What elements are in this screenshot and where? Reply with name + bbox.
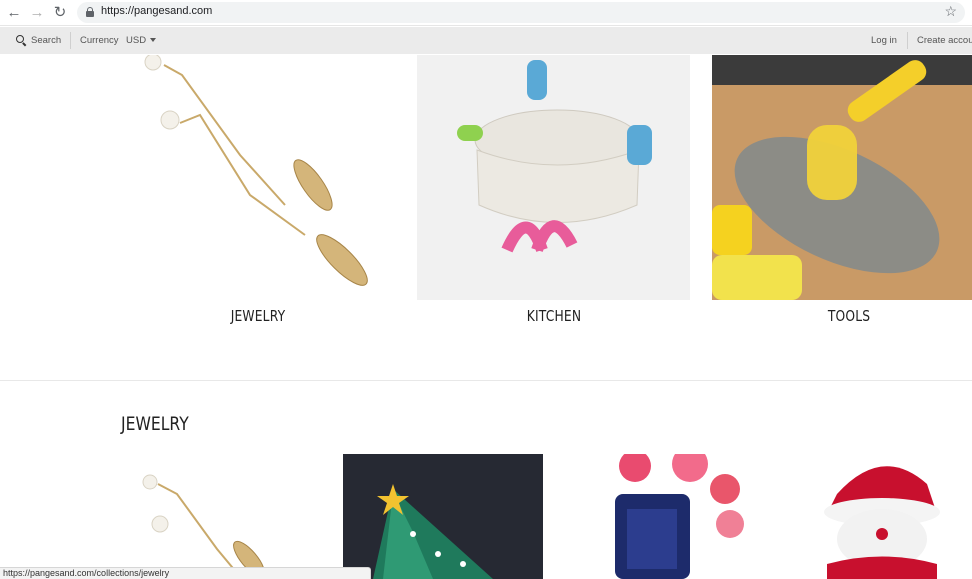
bookmark-star-icon[interactable]: ☆ bbox=[944, 3, 957, 20]
create-account-link[interactable]: Create accou bbox=[917, 35, 972, 46]
tools-image bbox=[712, 55, 972, 300]
forward-arrow-icon[interactable]: → bbox=[28, 4, 46, 22]
lock-icon bbox=[86, 7, 94, 17]
product-image-santa[interactable] bbox=[787, 454, 972, 579]
section-title: JEWELRY bbox=[121, 413, 189, 435]
collection-label-jewelry[interactable]: JEWELRY bbox=[217, 307, 299, 325]
login-link[interactable]: Log in bbox=[871, 35, 897, 46]
currency-selector[interactable]: USD bbox=[126, 35, 157, 46]
collection-image-tools[interactable] bbox=[712, 55, 972, 300]
divider bbox=[70, 32, 71, 49]
product-image-earrings[interactable] bbox=[122, 454, 322, 579]
collection-image-jewelry[interactable] bbox=[120, 55, 396, 300]
address-url[interactable]: https://pangesand.com bbox=[101, 5, 212, 17]
divider bbox=[907, 32, 908, 49]
earring-thumbnail bbox=[142, 474, 265, 579]
link-status-bar: https://pangesand.com/collections/jewelr… bbox=[0, 567, 371, 579]
search-link[interactable]: Search bbox=[31, 35, 61, 46]
chevron-down-icon bbox=[150, 38, 157, 43]
currency-value[interactable]: USD bbox=[126, 35, 146, 46]
product-image-tree-brooch[interactable] bbox=[343, 454, 543, 579]
back-arrow-icon[interactable]: ← bbox=[5, 4, 23, 22]
search-icon[interactable] bbox=[16, 35, 27, 47]
ring-box-thumbnail bbox=[565, 454, 765, 579]
tree-brooch-thumbnail bbox=[343, 454, 543, 579]
product-image-ring-box[interactable] bbox=[565, 454, 765, 579]
kitchen-image bbox=[417, 55, 690, 300]
collection-image-kitchen[interactable] bbox=[417, 55, 690, 300]
address-bar[interactable]: https://pangesand.com ☆ bbox=[77, 2, 965, 23]
santa-thumbnail bbox=[787, 454, 972, 579]
reload-icon[interactable]: ↻ bbox=[51, 4, 69, 22]
section-divider bbox=[0, 380, 972, 381]
browser-toolbar: ← → ↻ https://pangesand.com ☆ bbox=[0, 0, 972, 26]
store-topbar: Search Currency USD Log in Create accou bbox=[0, 27, 972, 54]
currency-label: Currency bbox=[80, 35, 119, 46]
collection-label-kitchen[interactable]: KITCHEN bbox=[513, 307, 595, 325]
collection-label-tools[interactable]: TOOLS bbox=[808, 307, 890, 325]
earring-image bbox=[144, 55, 368, 286]
